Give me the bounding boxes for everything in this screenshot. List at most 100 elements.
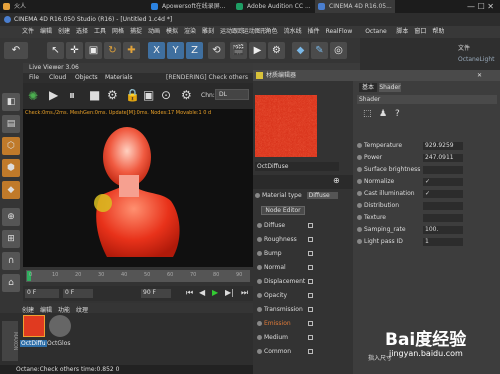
menu-item[interactable]: 雕刻 — [202, 26, 214, 38]
subdivision-button[interactable]: ◎ — [330, 42, 347, 59]
undo-button[interactable]: ↶ — [4, 42, 28, 59]
current-frame-field[interactable]: 0 F — [25, 289, 59, 298]
rotate-tool-button[interactable]: ↻ — [104, 42, 121, 59]
tab-basic[interactable]: 基本 — [359, 83, 377, 92]
menu-item[interactable]: 网格 — [112, 26, 124, 38]
material-menu-item[interactable]: 纹理 — [76, 305, 88, 314]
menu-item[interactable]: 脚本 — [396, 26, 408, 38]
channel-row[interactable]: Transmission — [257, 305, 317, 315]
tab-fire[interactable]: 火人 — [0, 0, 90, 13]
next-frame-icon[interactable]: ▶| — [225, 288, 234, 297]
axis-x-button[interactable]: X — [148, 42, 165, 59]
channel-select[interactable]: DL — [215, 89, 249, 100]
cube-button[interactable]: ◆ — [292, 42, 309, 59]
property-value-field[interactable] — [423, 214, 463, 222]
tab-audition[interactable]: Adobe Audition CC ... — [233, 0, 313, 13]
menu-item[interactable]: 角色 — [266, 26, 278, 38]
live-viewer-menu-item[interactable]: Cloud — [49, 73, 66, 83]
property-value-field[interactable]: 929.9259 — [423, 142, 463, 150]
scale-tool-button[interactable]: ▣ — [85, 42, 102, 59]
help-icon[interactable]: ? — [395, 109, 400, 119]
property-value-field[interactable] — [423, 202, 463, 210]
property-value-field[interactable]: ✓ — [423, 190, 463, 198]
settings-icon[interactable]: ⚙ — [107, 88, 118, 102]
move-tool-button[interactable]: ✛ — [66, 42, 83, 59]
channel-row[interactable]: Normal — [257, 263, 317, 273]
anim-dot-icon[interactable] — [357, 179, 362, 184]
channel-checkbox[interactable] — [308, 223, 313, 228]
live-viewer-menu-item[interactable]: Objects — [75, 73, 98, 83]
coord-system-button[interactable]: ⟲ — [208, 42, 225, 59]
property-value-field[interactable] — [423, 166, 463, 174]
menu-item[interactable]: Octane — [365, 26, 387, 38]
menu-item[interactable]: 捕捉 — [130, 26, 142, 38]
menu-item[interactable]: 创建 — [58, 26, 70, 38]
menu-item[interactable]: 工具 — [94, 26, 106, 38]
material-type-select[interactable]: Diffuse — [306, 192, 338, 199]
render-region-button[interactable]: 🎬 — [230, 42, 247, 59]
material-thumb-octglossy[interactable] — [49, 315, 71, 337]
property-value-field[interactable]: ✓ — [423, 178, 463, 186]
anim-dot-icon[interactable] — [357, 203, 362, 208]
lock-icon[interactable]: 🔒 — [125, 88, 140, 102]
edges-mode-icon[interactable]: ⬢ — [2, 159, 20, 177]
live-viewer-menu-item[interactable]: Materials — [105, 73, 133, 83]
material-menu-item[interactable]: 创建 — [22, 305, 34, 314]
focus-icon[interactable]: ⊙ — [161, 88, 171, 102]
anim-dot-icon[interactable] — [357, 227, 362, 232]
material-menu-item[interactable]: 编辑 — [40, 305, 52, 314]
render-view-button[interactable]: ▶ — [249, 42, 266, 59]
octane-light-item[interactable]: OctaneLight — [458, 56, 495, 63]
polygons-mode-icon[interactable]: ◆ — [2, 181, 20, 199]
axis-z-button[interactable]: Z — [186, 42, 203, 59]
pause-icon[interactable]: ⏸ — [69, 88, 75, 103]
anim-dot-icon[interactable] — [357, 143, 362, 148]
refresh-icon[interactable]: ✺ — [28, 89, 38, 103]
play-icon[interactable]: ▶ — [49, 88, 58, 102]
points-mode-icon[interactable]: ⬡ — [2, 137, 20, 155]
channel-row[interactable]: Opacity — [257, 291, 317, 301]
menu-item[interactable]: RealFlow — [326, 26, 353, 38]
menu-item[interactable]: 流水线 — [284, 26, 302, 38]
user-icon[interactable]: ♟ — [379, 109, 387, 119]
menu-item[interactable]: 选择 — [76, 26, 88, 38]
end-frame-field[interactable]: 90 F — [141, 289, 171, 298]
channel-row[interactable]: Roughness — [257, 235, 317, 245]
window-controls[interactable]: — ☐ ✕ — [398, 0, 498, 13]
property-value-field[interactable]: 100. — [423, 226, 463, 234]
render-settings-button[interactable]: ⚙ — [268, 42, 285, 59]
shader-icon-1[interactable]: ⬚ — [363, 109, 372, 119]
pen-button[interactable]: ✎ — [311, 42, 328, 59]
magnet-icon[interactable]: ∩ — [2, 252, 20, 270]
next-key-icon[interactable]: ⏭ — [241, 288, 248, 298]
lock-icon[interactable]: ⌂ — [2, 274, 20, 292]
channel-checkbox[interactable] — [308, 237, 313, 242]
start-frame-field[interactable]: 0 F — [63, 289, 93, 298]
channel-row[interactable]: Emission — [257, 319, 317, 329]
live-viewer-menu-item[interactable]: File — [29, 73, 39, 83]
menu-item[interactable]: 运动图形 — [243, 26, 267, 38]
anim-dot-icon[interactable] — [357, 215, 362, 220]
texture-mode-icon[interactable]: ▤ — [2, 115, 20, 133]
material-thumb-octdiffuse[interactable] — [23, 315, 45, 337]
tab-shader[interactable]: Shader — [379, 83, 401, 92]
anim-dot-icon[interactable] — [357, 191, 362, 196]
render-viewport[interactable] — [23, 117, 253, 267]
menu-item[interactable]: 窗口 — [414, 26, 426, 38]
channel-checkbox[interactable] — [308, 279, 313, 284]
material-menu-item[interactable]: 功能 — [58, 305, 70, 314]
material-name-octdiffuse[interactable]: OctDiffu — [20, 340, 47, 347]
close-icon[interactable]: ✕ — [477, 70, 482, 81]
channel-row[interactable]: Diffuse — [257, 221, 317, 231]
channel-row[interactable]: Displacement — [257, 277, 317, 287]
channel-checkbox[interactable] — [308, 321, 313, 326]
material-name-octglossy[interactable]: OctGlos — [47, 340, 71, 347]
anim-dot-icon[interactable] — [357, 167, 362, 172]
menu-item[interactable]: 动画 — [148, 26, 160, 38]
prev-frame-icon[interactable]: ◀ — [199, 288, 205, 297]
menu-item[interactable]: 编辑 — [40, 26, 52, 38]
menu-item[interactable]: 渲染 — [184, 26, 196, 38]
anim-dot-icon[interactable] — [255, 193, 260, 198]
channel-checkbox[interactable] — [308, 251, 313, 256]
menu-item[interactable]: 模拟 — [166, 26, 178, 38]
